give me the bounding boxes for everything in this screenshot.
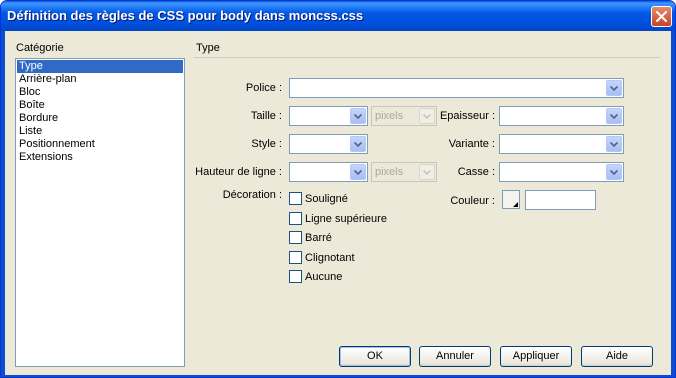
style-select[interactable]: [289, 134, 368, 154]
chevron-down-icon: [610, 141, 618, 147]
souligne-checkbox[interactable]: [289, 192, 302, 205]
color-value-input[interactable]: [525, 190, 596, 210]
aucune-label: Aucune: [305, 271, 343, 283]
title-bar[interactable]: Définition des règles de CSS pour body d…: [1, 1, 675, 31]
panel-title: Type: [196, 42, 220, 54]
close-button[interactable]: [651, 6, 672, 27]
barre-checkbox[interactable]: [289, 231, 302, 244]
chevron-down-icon: [423, 113, 431, 119]
style-label: Style :: [251, 138, 282, 150]
hauteur-dropdown-arrow[interactable]: [350, 164, 366, 180]
decoration-label: Décoration :: [222, 189, 282, 201]
category-item-extensions[interactable]: Extensions: [17, 151, 183, 164]
epaisseur-select[interactable]: [499, 106, 624, 126]
aide-button[interactable]: Aide: [581, 346, 653, 367]
taille-unit-value: pixels: [375, 110, 404, 122]
casse-label: Casse :: [457, 166, 495, 178]
variante-label: Variante :: [448, 138, 495, 150]
hauteur-unit-select: pixels: [371, 162, 437, 182]
chevron-down-icon: [610, 113, 618, 119]
css-rule-dialog: Définition des règles de CSS pour body d…: [0, 0, 676, 378]
close-icon: [656, 11, 667, 22]
epaisseur-label: Epaisseur :: [439, 110, 495, 122]
hauteur-unit-value: pixels: [375, 166, 404, 178]
panel-divider: [194, 57, 660, 58]
clignotant-checkbox[interactable]: [289, 251, 302, 264]
variante-select[interactable]: [499, 134, 624, 154]
window-title: Définition des règles de CSS pour body d…: [7, 8, 364, 23]
casse-dropdown-arrow[interactable]: [606, 164, 622, 180]
police-label: Police :: [245, 82, 282, 94]
epaisseur-dropdown-arrow[interactable]: [606, 108, 622, 124]
category-item-positionnement[interactable]: Positionnement: [17, 138, 183, 151]
category-item-bordure[interactable]: Bordure: [17, 112, 183, 125]
taille-select[interactable]: [289, 106, 368, 126]
category-item-liste[interactable]: Liste: [17, 125, 183, 138]
taille-label: Taille :: [250, 110, 282, 122]
taille-unit-dropdown-arrow: [419, 108, 435, 124]
category-item-arriere-plan[interactable]: Arrière-plan: [17, 73, 183, 86]
chevron-down-icon: [354, 141, 362, 147]
window-border-left: [1, 31, 5, 377]
chevron-down-icon: [354, 169, 362, 175]
color-picker-button[interactable]: [502, 190, 520, 209]
window-border-right: [671, 31, 675, 377]
taille-dropdown-arrow[interactable]: [350, 108, 366, 124]
chevron-down-icon: [423, 169, 431, 175]
category-item-boite[interactable]: Boîte: [17, 99, 183, 112]
hauteur-label: Hauteur de ligne :: [195, 166, 282, 178]
police-dropdown-arrow[interactable]: [606, 80, 622, 96]
ligne-superieure-checkbox[interactable]: [289, 212, 302, 225]
clignotant-label: Clignotant: [305, 252, 355, 264]
aucune-checkbox[interactable]: [289, 270, 302, 283]
barre-label: Barré: [305, 232, 332, 244]
hauteur-select[interactable]: [289, 162, 368, 182]
ligne-superieure-label: Ligne supérieure: [305, 213, 387, 225]
variante-dropdown-arrow[interactable]: [606, 136, 622, 152]
category-list[interactable]: Type Arrière-plan Bloc Boîte Bordure Lis…: [15, 58, 185, 367]
appliquer-button[interactable]: Appliquer: [500, 346, 572, 367]
annuler-button[interactable]: Annuler: [419, 346, 491, 367]
police-select[interactable]: [289, 78, 624, 98]
souligne-label: Souligné: [305, 193, 348, 205]
chevron-down-icon: [610, 169, 618, 175]
category-label: Catégorie: [16, 42, 64, 54]
style-dropdown-arrow[interactable]: [350, 136, 366, 152]
chevron-down-icon: [610, 85, 618, 91]
color-picker-arrow-icon: [513, 202, 518, 207]
hauteur-unit-dropdown-arrow: [419, 164, 435, 180]
casse-select[interactable]: [499, 162, 624, 182]
ok-button[interactable]: OK: [339, 346, 411, 367]
taille-unit-select: pixels: [371, 106, 437, 126]
chevron-down-icon: [354, 113, 362, 119]
category-item-bloc[interactable]: Bloc: [17, 86, 183, 99]
category-item-type[interactable]: Type: [17, 60, 183, 73]
couleur-label: Couleur :: [450, 195, 495, 207]
